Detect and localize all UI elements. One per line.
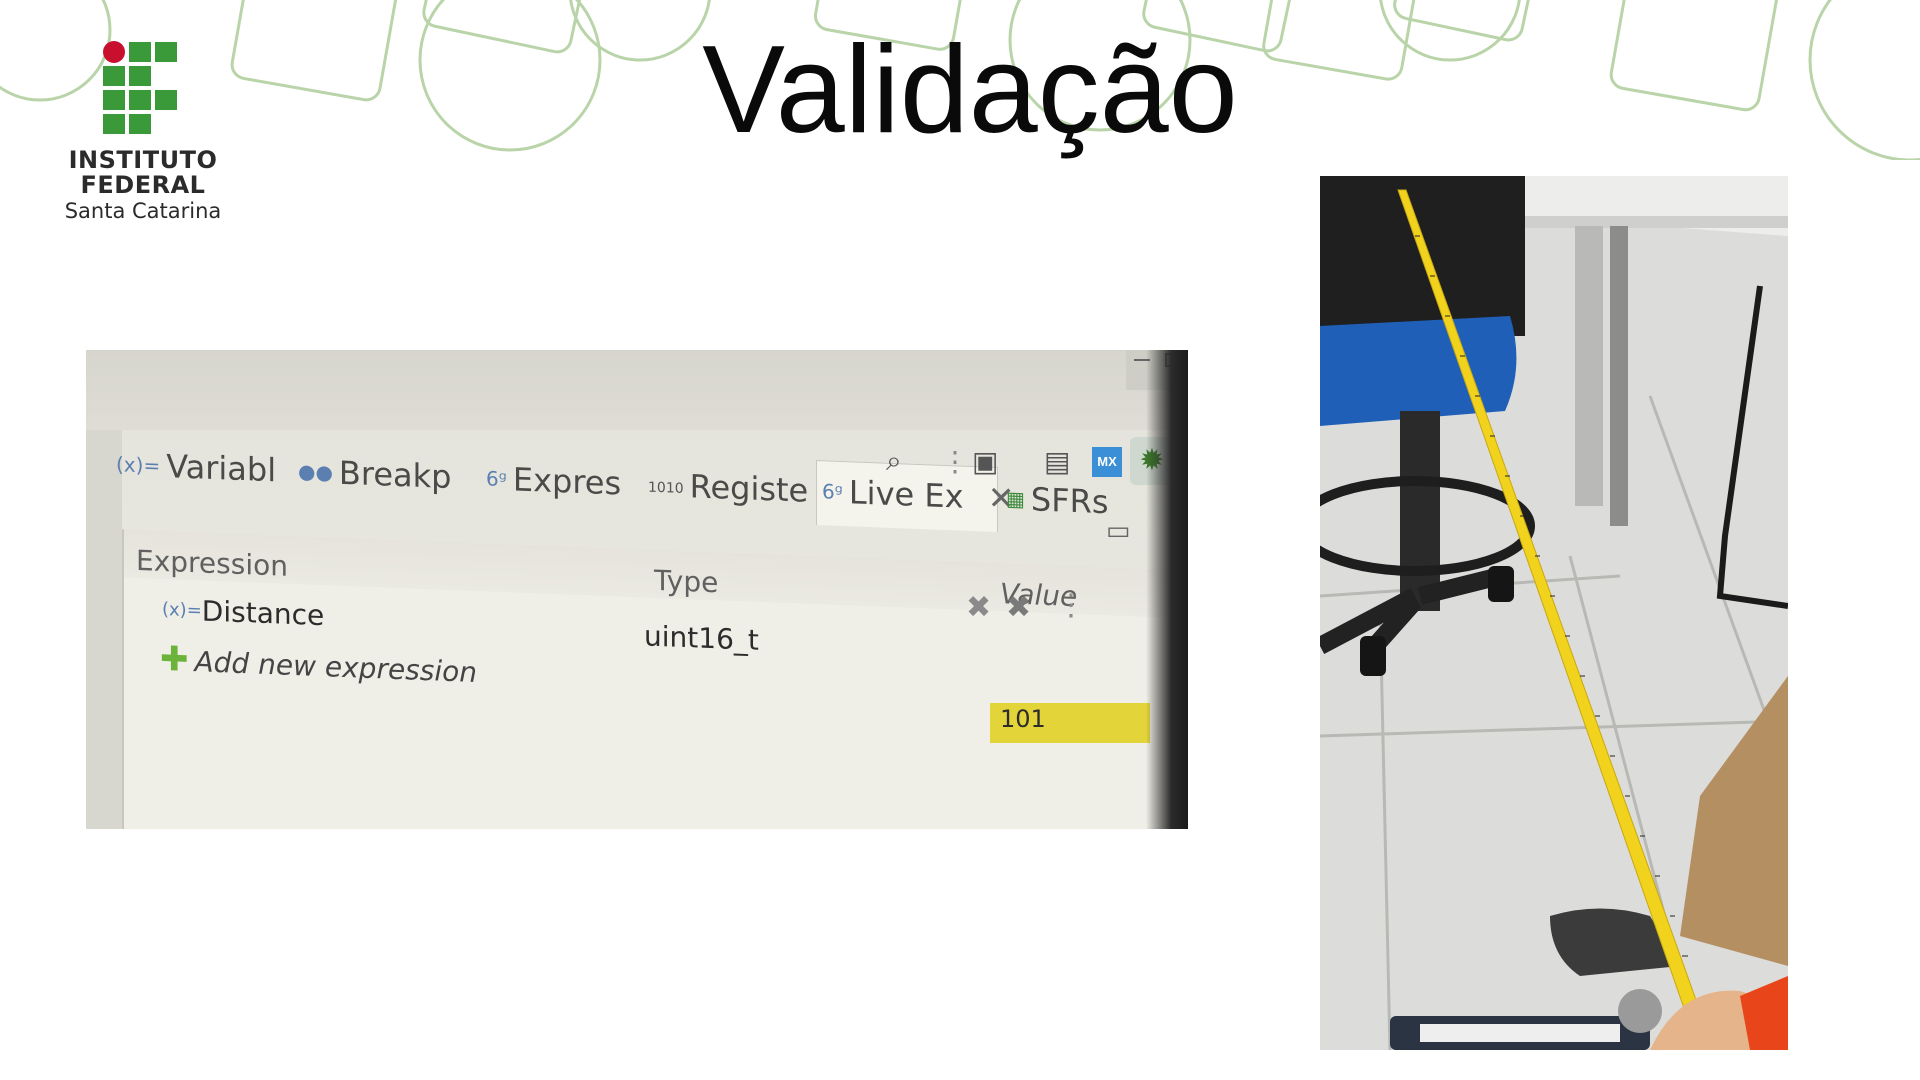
tab-label: Breakp [338, 453, 452, 497]
layout-icon[interactable]: ▣ [972, 445, 998, 478]
expression-row-name[interactable]: (x)=Distance [162, 593, 324, 632]
tab-label: Variabl [166, 447, 277, 490]
tab-registers[interactable]: 1010 Registe [648, 466, 808, 510]
add-new-expression[interactable]: ✚ Add new expression [160, 639, 477, 691]
add-expression-label: Add new expression [194, 645, 478, 690]
debugger-screenshot-photo: (x)= Variabl ●● Breakp 6ᵍ Expres 1010 Regist… [86, 350, 1188, 829]
add-icon: ✚ [160, 638, 189, 680]
tape-measure-photo [1320, 176, 1788, 1050]
expression-value: 101 [1000, 705, 1046, 733]
institution-logo: INSTITUTO FEDERAL Santa Catarina [58, 36, 228, 226]
breakpoints-icon: ●● [298, 459, 333, 485]
code-view-icon[interactable]: ▤ [1044, 445, 1070, 478]
tab-breakpoints[interactable]: ●● Breakp [298, 452, 451, 496]
panel-menu-icon[interactable]: ⋮ [1056, 588, 1086, 623]
logo-line-3: Santa Catarina [64, 199, 222, 223]
column-expression[interactable]: Expression [136, 544, 288, 583]
view-toolbar: ⌕ ⋮ ▣ ▤ MX ✹ [886, 437, 1188, 489]
sfrs-icon: ▦ [1006, 486, 1025, 512]
logo-line-2: FEDERAL [80, 171, 206, 199]
remove-all-expressions-icon[interactable]: ✖ [1006, 590, 1031, 625]
logo-mark-icon [103, 41, 177, 134]
more-options-icon[interactable]: ⋮ [941, 445, 969, 478]
column-type[interactable]: Type [654, 564, 718, 599]
logo-line-1: INSTITUTO [68, 146, 218, 174]
tab-expressions[interactable]: 6ᵍ Expres [486, 459, 621, 502]
expression-name: Distance [201, 594, 325, 633]
expressions-icon: 6ᵍ [486, 466, 507, 492]
cube-mx-icon[interactable]: MX [1092, 447, 1122, 477]
live-expressions-icon: 6ᵍ [822, 479, 843, 505]
expression-value-cell[interactable]: 101 [990, 703, 1150, 743]
search-icon[interactable]: ⌕ [886, 445, 902, 478]
variable-icon: (x)= [162, 598, 202, 622]
slide: INSTITUTO FEDERAL Santa Catarina Validaç… [0, 0, 1920, 1080]
registers-icon: 1010 [648, 479, 684, 497]
variables-icon: (x)= [116, 452, 161, 478]
tab-variables[interactable]: (x)= Variabl [116, 445, 276, 489]
tab-label: Expres [512, 460, 622, 503]
monitor-bezel [1146, 350, 1188, 829]
remove-expression-icon[interactable]: ✖ [966, 590, 991, 625]
minimize-view-icon[interactable]: ▭ [1106, 515, 1131, 546]
tape-measure-scene [1320, 176, 1788, 1050]
ide-screen: (x)= Variabl ●● Breakp 6ᵍ Expres 1010 Regist… [86, 350, 1188, 829]
tab-label: Registe [689, 467, 809, 510]
slide-title: Validação [702, 21, 1238, 159]
live-expressions-panel: Expression Type Value (x)=Distance uint1… [122, 529, 1188, 829]
logo-text: INSTITUTO FEDERAL Santa Catarina [58, 148, 228, 225]
expression-row-type: uint16_t [644, 619, 759, 657]
